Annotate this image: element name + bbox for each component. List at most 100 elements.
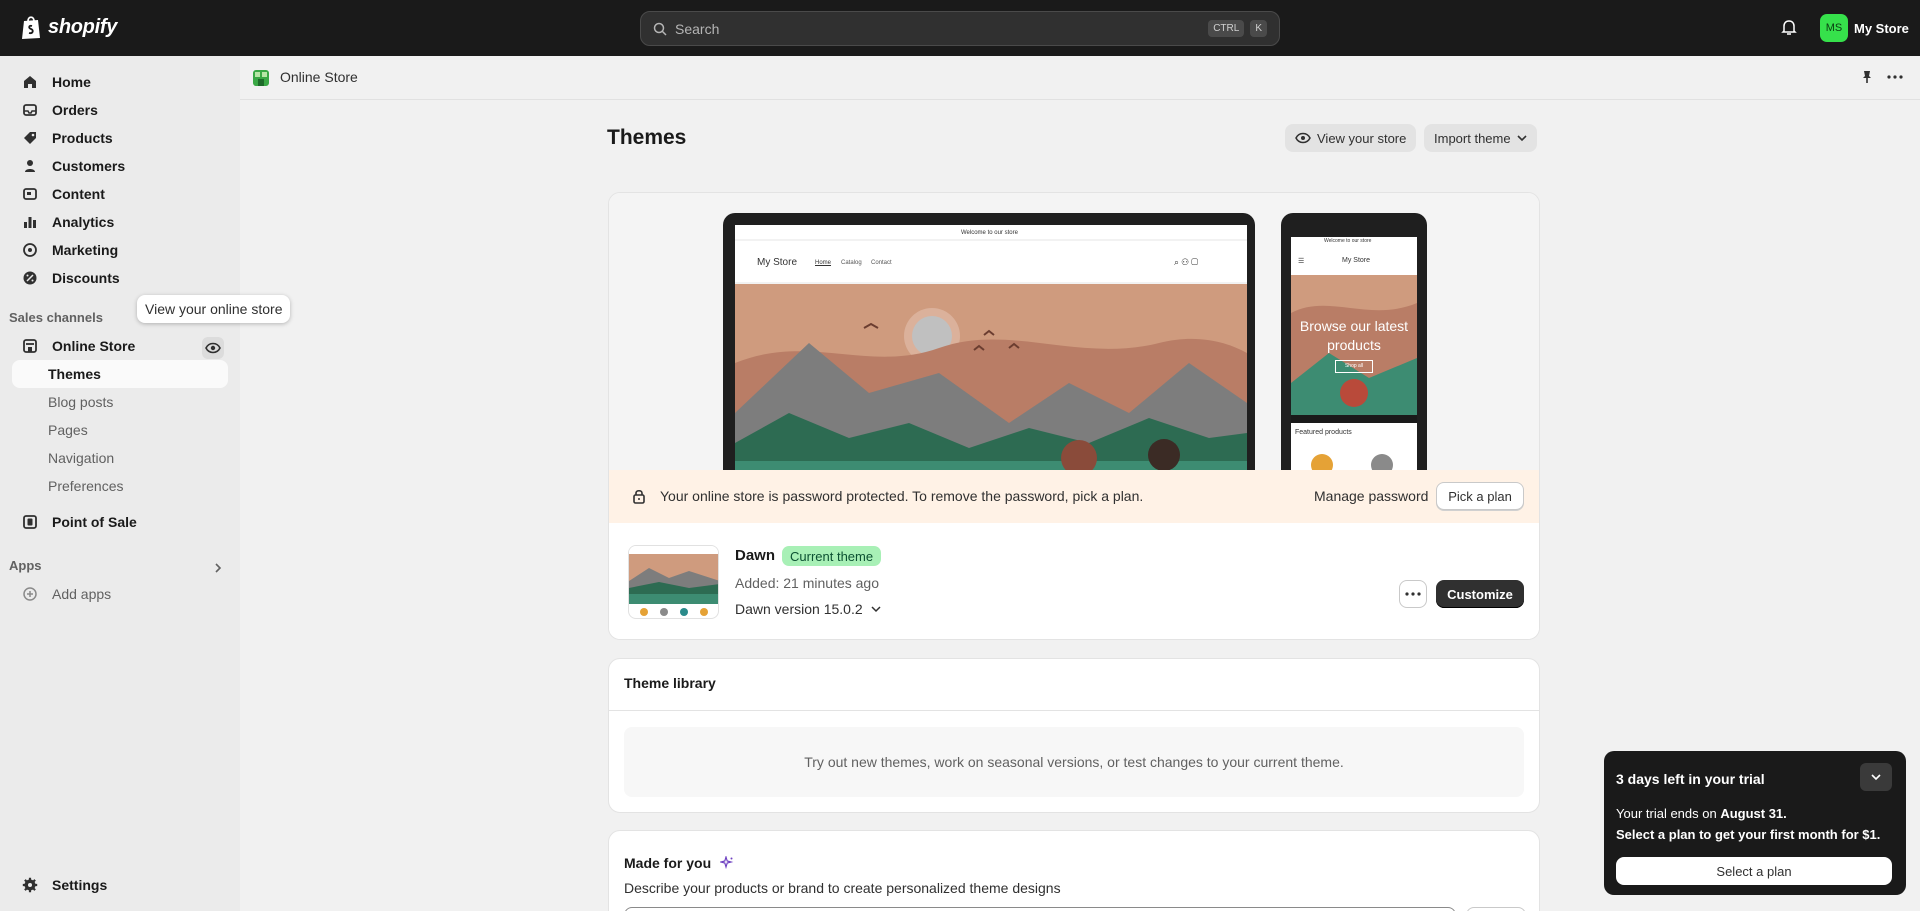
trial-offer-line: Select a plan to get your first month fo… [1616,827,1881,842]
store-name: My Store [1854,20,1909,36]
sidebar-item-analytics[interactable]: Analytics [12,208,228,236]
home-icon [24,76,36,88]
desktop-logo: My Store [757,257,798,268]
shortcut-k-key: K [1250,20,1267,37]
add-circle-icon [23,587,37,601]
sidebar-item-preferences[interactable]: Preferences [12,472,228,500]
sidebar-item-orders[interactable]: Orders [12,96,228,124]
theme-name: Dawn [735,547,776,564]
theme-preview[interactable]: Welcome to our store My Store Home Catal… [609,193,1539,470]
import-theme-button[interactable]: Import theme [1424,124,1537,152]
sparkle-icon [720,856,734,870]
sidebar-item-navigation[interactable]: Navigation [12,444,228,472]
more-horizontal-icon[interactable] [1886,69,1904,85]
target-icon [23,243,37,257]
theme-library-empty-state: Try out new themes, work on seasonal ver… [624,727,1524,797]
collapse-trial-button[interactable] [1860,763,1892,791]
theme-row: Dawn Current theme Added: 21 minutes ago… [609,523,1539,639]
trial-end-prefix: Your trial ends on [1616,806,1721,821]
sidebar-item-label: Discounts [52,270,120,286]
theme-thumbnail[interactable] [628,545,719,619]
sidebar-item-label: Marketing [52,242,119,258]
discount-icon [23,271,37,285]
view-store-eye-button[interactable] [202,337,224,359]
shopify-logo[interactable]: shopify [20,14,117,40]
sidebar-item-settings[interactable]: Settings [12,871,228,899]
sidebar-item-pages[interactable]: Pages [12,416,228,444]
person-icon [25,160,35,172]
chevron-down-icon [1517,135,1527,142]
sidebar-item-content[interactable]: Content [12,180,228,208]
view-your-store-button[interactable]: View your store [1285,124,1417,152]
sidebar-item-discounts[interactable]: Discounts [12,264,228,292]
sidebar-item-customers[interactable]: Customers [12,152,228,180]
sidebar-item-label: Analytics [52,214,115,230]
shopify-bag-icon [22,16,40,39]
apps-heading: Apps [9,558,42,573]
describe-input[interactable] [624,907,1456,911]
password-banner: Your online store is password protected.… [609,470,1539,523]
made-for-you-title: Made for you [624,855,712,871]
store-icon [23,339,37,353]
breadcrumb[interactable]: Online Store [280,69,358,85]
mobile-hero-text: Browse our latest products [1299,318,1409,353]
theme-version: Dawn version 15.0.2 [735,601,863,617]
content-header: Online Store [240,56,1920,100]
tag-icon [24,132,36,144]
sidebar-item-label: Online Store [52,338,136,354]
search-icon [653,22,667,36]
brand-name: shopify [48,15,118,38]
pin-icon[interactable] [1859,69,1875,85]
chevron-right-icon[interactable] [212,562,224,574]
button-label: View your store [1317,130,1407,146]
sidebar-item-label: Add apps [52,586,112,602]
button-label: Import theme [1434,130,1511,146]
sidebar-item-label: Settings [52,877,108,893]
divider [609,710,1539,711]
sidebar-item-label: Point of Sale [52,514,137,530]
sidebar-item-home[interactable]: Home [12,68,228,96]
search-placeholder: Search [675,20,720,37]
customize-button[interactable]: Customize [1436,580,1524,608]
sidebar-item-themes[interactable]: Themes [12,360,228,388]
trial-end-date: August 31. [1720,806,1787,821]
lock-icon [633,489,645,504]
generate-button[interactable] [1466,907,1526,911]
theme-library-title: Theme library [624,675,716,691]
gear-icon [22,877,38,893]
desktop-nav-home: Home [815,260,832,266]
sales-channels-heading: Sales channels [9,310,103,325]
content-icon [23,188,37,200]
mobile-announcement: Welcome to our store [1324,238,1372,244]
theme-actions-button[interactable] [1399,580,1427,608]
sidebar-item-label: Content [52,186,105,202]
chevron-down-icon [871,606,881,613]
sidebar-item-products[interactable]: Products [12,124,228,152]
search-bar[interactable]: Search CTRL K [640,11,1280,46]
made-for-you-card: Made for you Describe your products or b… [608,830,1540,911]
desktop-nav-contact: Contact [871,260,892,266]
theme-added-time: Added: 21 minutes ago [735,575,879,591]
theme-version-dropdown[interactable]: Dawn version 15.0.2 [735,601,881,617]
bell-icon[interactable] [1780,18,1798,36]
eye-icon [205,342,221,354]
sidebar-item-blog-posts[interactable]: Blog posts [12,388,228,416]
pick-a-plan-button[interactable]: Pick a plan [1436,482,1524,510]
sidebar-item-label: Products [52,130,113,146]
pos-icon [23,515,37,529]
user-menu[interactable]: MS My Store [1820,14,1909,42]
manage-password-link[interactable]: Manage password [1314,488,1428,504]
status-badge: Current theme [782,546,882,566]
sidebar-item-label: Orders [52,102,98,118]
sidebar-item-marketing[interactable]: Marketing [12,236,228,264]
top-bar: shopify Search CTRL K MS My Store [0,0,1920,56]
select-a-plan-button[interactable]: Select a plan [1616,857,1892,885]
sidebar-item-label: Home [52,74,91,90]
more-horizontal-icon [1405,592,1421,596]
sidebar-item-online-store[interactable]: Online Store [12,332,228,360]
chevron-down-icon [1871,774,1881,781]
sidebar-item-point-of-sale[interactable]: Point of Sale [12,508,228,536]
mobile-header-icons: ☰ [1298,258,1305,265]
sidebar-item-add-apps[interactable]: Add apps [12,580,228,608]
page-title: Themes [607,126,687,149]
